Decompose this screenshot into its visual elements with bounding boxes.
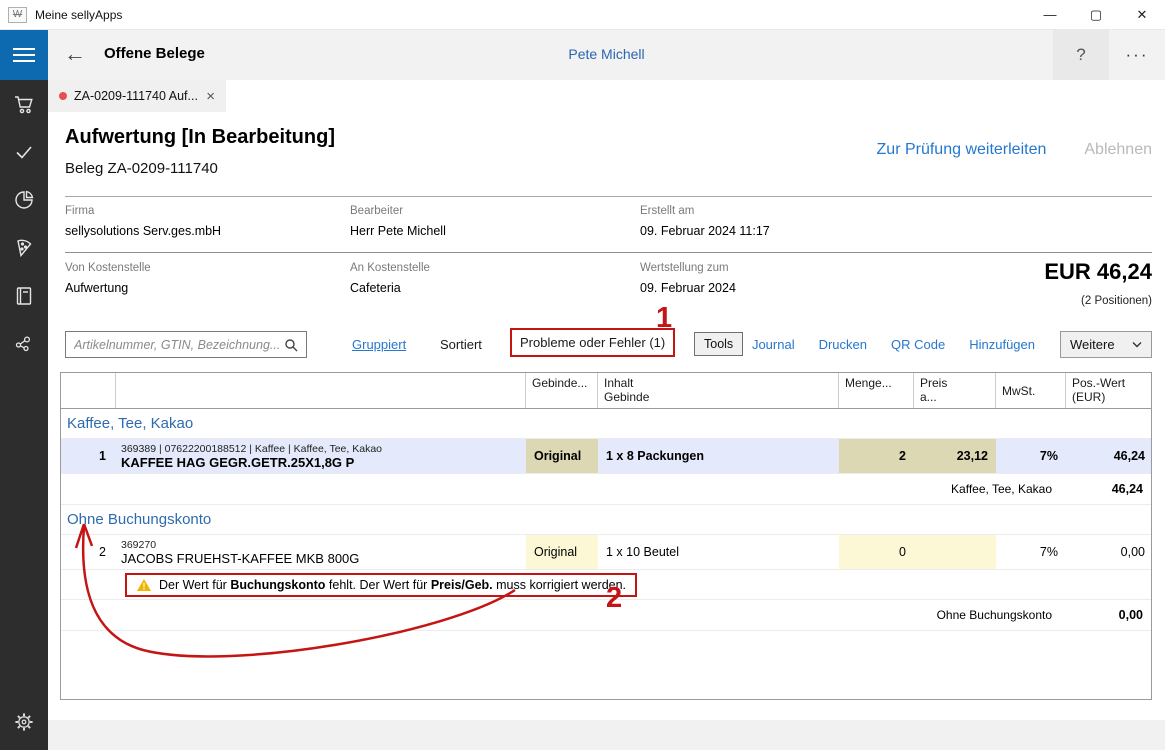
document-title: Aufwertung [In Bearbeitung] [65, 126, 335, 149]
group-header-kaffee[interactable]: Kaffee, Tee, Kakao [61, 409, 1151, 439]
field-von-kostenstelle: Von Kostenstelle Aufwertung [65, 262, 151, 295]
header-pos-wert[interactable]: Pos.-Wert (EUR) [1066, 373, 1153, 408]
group-subtotal-kaffee: Kaffee, Tee, Kakao 46,24 [61, 474, 1151, 505]
search-icon [284, 338, 298, 352]
window-title: Meine sellyApps [35, 8, 122, 22]
print-link[interactable]: Drucken [819, 337, 867, 352]
document-tab[interactable]: ZA-0209-111740 Auf... × [48, 80, 226, 112]
sidebar [0, 30, 48, 750]
divider [65, 252, 1152, 253]
book-icon[interactable] [0, 272, 48, 320]
cell-gebinde[interactable]: Original [526, 439, 598, 473]
header-inhalt-gebinde[interactable]: Inhalt Gebinde [598, 373, 839, 408]
more-actions-dropdown[interactable]: Weitere [1060, 331, 1152, 358]
sorted-toggle[interactable]: Sortiert [440, 337, 482, 352]
document-total: EUR 46,24 [1044, 259, 1152, 285]
item-name: KAFFEE HAG GEGR.GETR.25X1,8G P [121, 455, 354, 470]
cell-preis[interactable]: 23,12 [914, 439, 996, 473]
field-erstellt-am: Erstellt am 09. Februar 2024 11:17 [640, 205, 770, 238]
cell-preis[interactable] [914, 535, 996, 569]
window-titlebar: W Meine sellyApps — ▢ ✕ [0, 0, 1165, 30]
user-name[interactable]: Pete Michell [48, 46, 1165, 62]
positions-table: Gebinde... Inhalt Gebinde Menge... Preis… [60, 372, 1152, 700]
reject-button[interactable]: Ablehnen [1084, 141, 1152, 159]
item-meta: 369270 [121, 539, 156, 551]
field-bearbeiter: Bearbeiter Herr Pete Michell [350, 205, 446, 238]
field-wertstellung-zum: Wertstellung zum 09. Februar 2024 [640, 262, 736, 295]
maximize-button[interactable]: ▢ [1073, 0, 1119, 30]
hamburger-menu-icon[interactable] [0, 30, 48, 80]
svg-text:!: ! [143, 581, 146, 591]
cell-gebinde[interactable]: Original [526, 535, 598, 569]
annotation-number-2: 2 [606, 582, 622, 615]
cell-menge[interactable]: 0 [839, 535, 914, 569]
grouped-toggle[interactable]: Gruppiert [352, 337, 406, 352]
add-link[interactable]: Hinzufügen [969, 337, 1035, 352]
cell-mwst: 7% [996, 439, 1066, 473]
cell-mwst: 7% [996, 535, 1066, 569]
table-row-1[interactable]: 1 369389 | 07622200188512 | Kaffee | Kaf… [61, 439, 1151, 474]
chevron-down-icon [1132, 341, 1142, 348]
item-meta: 369389 | 07622200188512 | Kaffee | Kaffe… [121, 443, 382, 455]
tools-button[interactable]: Tools [694, 332, 743, 356]
table-row-2[interactable]: 2 369270 JACOBS FRUEHST-KAFFEE MKB 800G … [61, 535, 1151, 570]
header-menge[interactable]: Menge... [839, 373, 914, 408]
close-button[interactable]: ✕ [1119, 0, 1165, 30]
minimize-button[interactable]: — [1027, 0, 1073, 30]
tab-label: ZA-0209-111740 Auf... [74, 89, 198, 103]
footer-strip [48, 720, 1165, 750]
help-icon[interactable]: ? [1053, 30, 1109, 80]
cell-inhalt[interactable]: 1 x 10 Beutel [598, 535, 839, 569]
warning-triangle-icon: ! [136, 578, 152, 592]
share-icon[interactable] [0, 320, 48, 368]
app-header: ← Offene Belege Pete Michell ? ··· [48, 30, 1165, 80]
table-empty-area [61, 631, 1151, 699]
problems-filter-annotated[interactable]: Probleme oder Fehler (1) [510, 328, 675, 357]
window-controls: — ▢ ✕ [1027, 0, 1165, 30]
app-logo-icon: W [8, 7, 27, 23]
search-placeholder: Artikelnummer, GTIN, Bezeichnung... [74, 338, 284, 352]
cart-icon[interactable] [0, 80, 48, 128]
annotation-number-1: 1 [656, 302, 672, 335]
cell-pos-wert: 46,24 [1066, 439, 1153, 473]
settings-gear-icon[interactable] [0, 700, 48, 744]
header-cell-empty [61, 373, 116, 408]
group-header-ohne-buchungskonto[interactable]: Ohne Buchungskonto [61, 505, 1151, 535]
app-window: W Meine sellyApps — ▢ ✕ [0, 0, 1165, 750]
header-gebinde[interactable]: Gebinde... [526, 373, 598, 408]
position-count: (2 Positionen) [1081, 295, 1152, 307]
divider [65, 196, 1152, 197]
header-mwst[interactable]: MwSt. [996, 373, 1066, 408]
more-options-icon[interactable]: ··· [1109, 30, 1165, 80]
cell-inhalt[interactable]: 1 x 8 Packungen [598, 439, 839, 473]
problems-filter-label: Probleme oder Fehler (1) [520, 335, 665, 350]
cell-menge[interactable]: 2 [839, 439, 914, 473]
qr-code-link[interactable]: QR Code [891, 337, 945, 352]
item-name: JACOBS FRUEHST-KAFFEE MKB 800G [121, 551, 359, 566]
validation-warning: ! Der Wert für Buchungskonto fehlt. Der … [125, 573, 637, 597]
forward-for-review-button[interactable]: Zur Prüfung weiterleiten [877, 141, 1047, 159]
check-icon[interactable] [0, 128, 48, 176]
journal-link[interactable]: Journal [752, 337, 795, 352]
warning-text: Der Wert für Buchungskonto fehlt. Der We… [159, 578, 626, 592]
pizza-icon[interactable] [0, 224, 48, 272]
more-actions-label: Weitere [1070, 337, 1115, 352]
document-subtitle: Beleg ZA-0209-111740 [65, 160, 218, 177]
header-preis[interactable]: Preis a... [914, 373, 996, 408]
tab-close-icon[interactable]: × [206, 88, 215, 105]
pie-chart-icon[interactable] [0, 176, 48, 224]
cell-pos-wert: 0,00 [1066, 535, 1153, 569]
field-an-kostenstelle: An Kostenstelle Cafeteria [350, 262, 430, 295]
header-cell-empty [116, 373, 526, 408]
article-search-input[interactable]: Artikelnummer, GTIN, Bezeichnung... [65, 331, 307, 358]
document-detail: Aufwertung [In Bearbeitung] Beleg ZA-020… [48, 112, 1165, 750]
unsaved-dot-icon [59, 92, 67, 100]
field-firma: Firma sellysolutions Serv.ges.mbH [65, 205, 221, 238]
table-header-row: Gebinde... Inhalt Gebinde Menge... Preis… [61, 373, 1151, 409]
